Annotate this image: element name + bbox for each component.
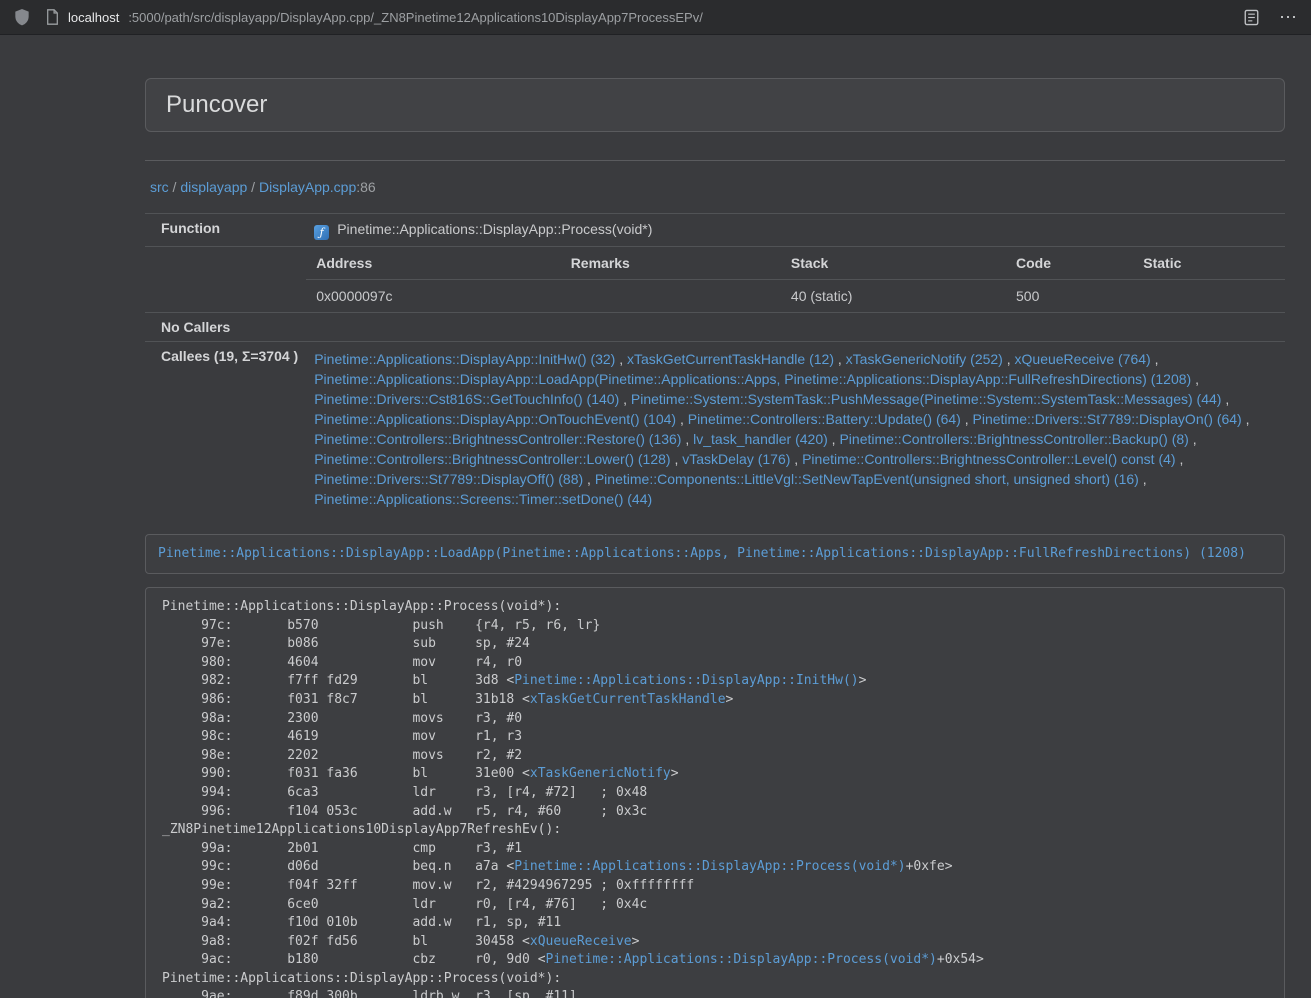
callers-list bbox=[306, 313, 1285, 342]
callee-link[interactable]: lv_task_handler (420) bbox=[693, 431, 828, 447]
asm-symbol-link[interactable]: Pinetime::Applications::DisplayApp::Proc… bbox=[546, 952, 937, 967]
browser-toolbar: localhost :5000/path/src/displayapp/Displ… bbox=[0, 0, 1311, 35]
callee-link[interactable]: xTaskGetCurrentTaskHandle (12) bbox=[627, 351, 834, 367]
callee-link[interactable]: vTaskDelay (176) bbox=[682, 451, 790, 467]
function-icon: ƒ bbox=[314, 225, 329, 240]
breadcrumb: src / displayapp / DisplayApp.cpp:86 bbox=[145, 177, 1285, 197]
asm-symbol-link[interactable]: Pinetime::Applications::DisplayApp::Proc… bbox=[514, 859, 905, 874]
callee-link[interactable]: Pinetime::Applications::DisplayApp::OnTo… bbox=[314, 411, 676, 427]
reader-mode-icon[interactable] bbox=[1244, 9, 1259, 26]
breadcrumb-separator: / bbox=[247, 179, 259, 195]
disassembly: Pinetime::Applications::DisplayApp::Proc… bbox=[145, 587, 1285, 998]
callee-separator: , bbox=[1189, 431, 1197, 447]
col-header-remarks: Remarks bbox=[561, 247, 781, 280]
address-bar[interactable]: localhost :5000/path/src/displayapp/Displ… bbox=[46, 9, 1244, 25]
breadcrumb-separator: / bbox=[169, 179, 181, 195]
page-icon bbox=[46, 9, 59, 25]
callee-link[interactable]: Pinetime::Applications::DisplayApp::Load… bbox=[314, 371, 1191, 387]
col-header-address: Address bbox=[306, 247, 560, 280]
callee-link[interactable]: Pinetime::Controllers::BrightnessControl… bbox=[314, 451, 670, 467]
asm-symbol-link[interactable]: xTaskGetCurrentTaskHandle bbox=[530, 692, 726, 707]
callee-separator: , bbox=[619, 391, 631, 407]
callee-link[interactable]: Pinetime::Controllers::BrightnessControl… bbox=[314, 431, 681, 447]
breadcrumb-line-number: :86 bbox=[356, 179, 375, 195]
callee-link[interactable]: Pinetime::Controllers::BrightnessControl… bbox=[839, 431, 1188, 447]
callee-separator: , bbox=[961, 411, 973, 427]
callee-separator: , bbox=[1176, 451, 1184, 467]
breadcrumb-item[interactable]: src bbox=[150, 179, 169, 195]
callee-separator: , bbox=[828, 431, 840, 447]
callee-separator: , bbox=[1191, 371, 1199, 387]
col-header-code: Code bbox=[1006, 247, 1133, 280]
overflow-menu-icon[interactable]: ⋯ bbox=[1279, 8, 1297, 26]
url-path: :5000/path/src/displayapp/DisplayApp.cpp… bbox=[128, 10, 703, 25]
callee-link[interactable]: xTaskGenericNotify (252) bbox=[846, 351, 1003, 367]
stats-header-row: Address Remarks Stack Code Static bbox=[306, 247, 1285, 280]
asm-symbol-link[interactable]: xQueueReceive bbox=[530, 934, 632, 949]
address-value: 0x0000097c bbox=[306, 280, 560, 313]
header-panel: Puncover bbox=[145, 78, 1285, 132]
col-header-stack: Stack bbox=[781, 247, 1006, 280]
callee-separator: , bbox=[1139, 471, 1147, 487]
static-value bbox=[1133, 280, 1285, 313]
callee-separator: , bbox=[671, 451, 683, 467]
callee-separator: , bbox=[1151, 351, 1159, 367]
stats-table: Address Remarks Stack Code Static 0x0000… bbox=[306, 247, 1285, 312]
callees-list: Pinetime::Applications::DisplayApp::Init… bbox=[306, 342, 1285, 517]
callee-separator: , bbox=[790, 451, 802, 467]
function-row: Function ƒ Pinetime::Applications::Displa… bbox=[145, 214, 1285, 247]
callee-link[interactable]: Pinetime::Applications::DisplayApp::Init… bbox=[314, 351, 615, 367]
callee-link[interactable]: Pinetime::System::SystemTask::PushMessag… bbox=[631, 391, 1222, 407]
url-host: localhost bbox=[68, 10, 119, 25]
callers-row: No Callers bbox=[145, 313, 1285, 342]
callee-separator: , bbox=[1242, 411, 1250, 427]
breadcrumb-item[interactable]: DisplayApp.cpp bbox=[259, 179, 356, 195]
callee-separator: , bbox=[1003, 351, 1015, 367]
function-name: Pinetime::Applications::DisplayApp::Proc… bbox=[337, 221, 652, 237]
callees-label: Callees (19, Σ=3704 ) bbox=[145, 342, 306, 517]
callee-link[interactable]: Pinetime::Components::LittleVgl::SetNewT… bbox=[595, 471, 1139, 487]
shield-icon[interactable] bbox=[14, 8, 30, 26]
asm-symbol-link[interactable]: Pinetime::Applications::DisplayApp::Init… bbox=[514, 673, 858, 688]
page-title: Puncover bbox=[166, 92, 1264, 118]
symbol-table: Function ƒPinetime::Applications::Displa… bbox=[145, 213, 1285, 516]
code-value: 500 bbox=[1006, 280, 1133, 313]
callee-separator: , bbox=[615, 351, 627, 367]
stats-row: Address Remarks Stack Code Static 0x0000… bbox=[145, 247, 1285, 313]
stats-row-label bbox=[145, 247, 306, 313]
callee-separator: , bbox=[676, 411, 688, 427]
callee-separator: , bbox=[583, 471, 595, 487]
callees-row: Callees (19, Σ=3704 ) Pinetime::Applicat… bbox=[145, 342, 1285, 517]
breadcrumb-item[interactable]: displayapp bbox=[180, 179, 247, 195]
callee-separator: , bbox=[834, 351, 846, 367]
callee-link[interactable]: xQueueReceive (764) bbox=[1015, 351, 1151, 367]
highlighted-symbol: Pinetime::Applications::DisplayApp::Load… bbox=[145, 534, 1285, 574]
callee-link[interactable]: Pinetime::Drivers::St7789::DisplayOn() (… bbox=[973, 411, 1242, 427]
asm-symbol-link[interactable]: xTaskGenericNotify bbox=[530, 766, 671, 781]
callee-separator: , bbox=[681, 431, 693, 447]
callee-link[interactable]: Pinetime::Drivers::St7789::DisplayOff() … bbox=[314, 471, 583, 487]
function-row-label: Function bbox=[145, 214, 306, 247]
callee-link[interactable]: Pinetime::Drivers::Cst816S::GetTouchInfo… bbox=[314, 391, 619, 407]
stack-value: 40 (static) bbox=[781, 280, 1006, 313]
stats-values-row: 0x0000097c 40 (static) 500 bbox=[306, 280, 1285, 313]
divider bbox=[145, 160, 1285, 161]
no-callers-label: No Callers bbox=[145, 313, 306, 342]
callee-separator: , bbox=[1221, 391, 1229, 407]
remarks-value bbox=[561, 280, 781, 313]
main-content: Puncover src / displayapp / DisplayApp.c… bbox=[145, 35, 1285, 998]
callee-link[interactable]: Pinetime::Applications::Screens::Timer::… bbox=[314, 491, 652, 507]
callee-link[interactable]: Pinetime::Controllers::BrightnessControl… bbox=[802, 451, 1175, 467]
toolbar-actions: ⋯ bbox=[1244, 8, 1297, 26]
callee-link[interactable]: Pinetime::Controllers::Battery::Update()… bbox=[688, 411, 961, 427]
highlighted-symbol-link[interactable]: Pinetime::Applications::DisplayApp::Load… bbox=[158, 546, 1246, 561]
col-header-static: Static bbox=[1133, 247, 1285, 280]
